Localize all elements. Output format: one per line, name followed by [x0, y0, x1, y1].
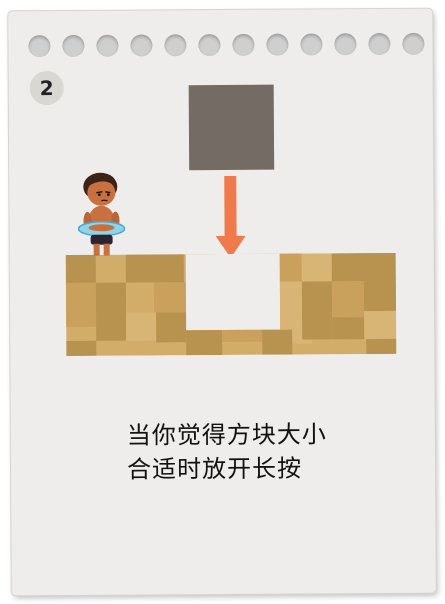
growing-block	[188, 84, 275, 171]
binder-hole-icon	[198, 34, 221, 57]
instruction-line-1: 当你觉得方块大小	[126, 420, 327, 450]
ground-terrain	[65, 252, 397, 356]
binder-hole-icon	[232, 33, 255, 56]
instruction-text: 当你觉得方块大小 合适时放开长按	[127, 417, 387, 487]
game-screen[interactable]: 2 当你觉得方块大小 合适时放开长按	[0, 0, 445, 604]
level-number-badge: 2	[29, 70, 64, 106]
binder-hole-icon	[164, 34, 187, 57]
tutorial-card: 2 当你觉得方块大小 合适时放开长按	[8, 8, 436, 596]
player-boy-with-swim-ring-icon	[77, 172, 126, 256]
binder-hole-icon	[96, 34, 119, 57]
binder-hole-icon	[402, 32, 425, 55]
down-arrow-icon	[215, 175, 246, 258]
binder-hole-icon	[334, 33, 357, 56]
instruction-line-2: 合适时放开长按	[126, 454, 303, 484]
binder-hole-icon	[130, 34, 153, 57]
binder-hole-icon	[266, 33, 289, 56]
binder-hole-icon	[62, 34, 85, 57]
binder-hole-icon	[28, 35, 51, 58]
binder-holes	[28, 32, 428, 59]
binder-hole-icon	[368, 32, 391, 56]
binder-hole-icon	[300, 33, 323, 56]
